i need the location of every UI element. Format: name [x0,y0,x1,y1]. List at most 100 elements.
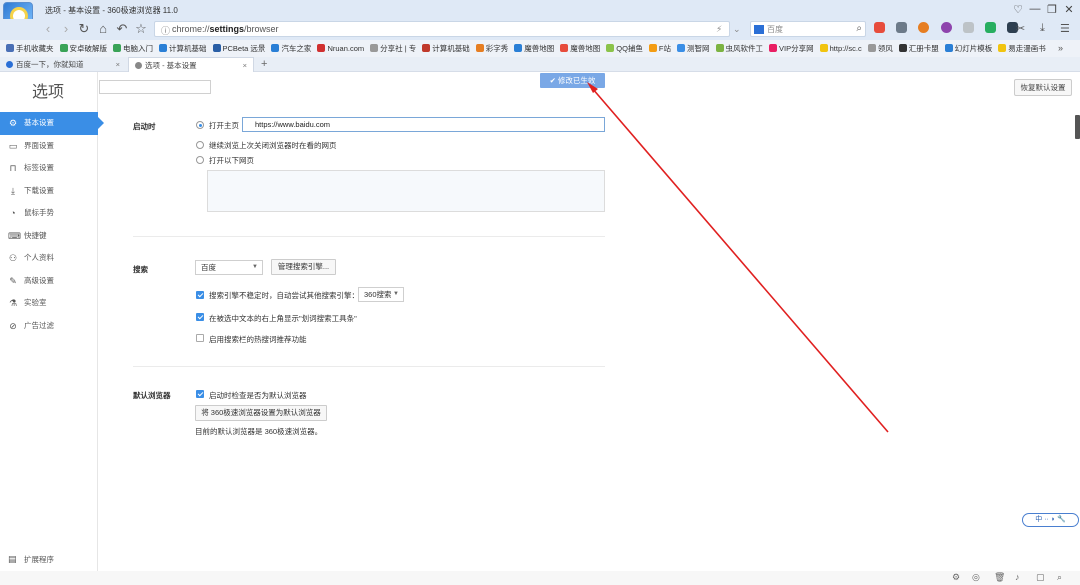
tab-baidu[interactable]: 百度一下，你就知道 × [0,57,126,72]
address-bar[interactable]: ⓘ chrome://settings/browser ⚡ ⌄ [154,21,741,37]
bookmark-item[interactable]: 计算机基础 [422,40,470,57]
bookmark-item[interactable]: http://sc.c [819,40,862,57]
bookmark-item[interactable]: 电脑入门 [113,40,153,57]
star-icon[interactable]: ☆ [133,22,149,36]
ime-toolbar[interactable]: 中 ·· ◗ 🔧 [1022,513,1079,527]
restore-defaults-button[interactable]: 恢复默认设置 [1014,79,1072,96]
capture-icon[interactable]: ◎ [972,572,980,583]
default-check-checkbox[interactable] [196,390,204,398]
bookmark-item[interactable]: F站 [648,40,671,57]
restore-window-button[interactable]: ❐ [1044,3,1060,16]
bookmark-item[interactable]: QQ捕鱼 [606,40,643,57]
search-icon[interactable]: ⌕ [856,23,862,34]
download-icon[interactable]: ⤓ [1040,22,1045,35]
sidebar-item-0[interactable]: ⚙ 基本设置 [0,112,104,135]
bookmark-label: 彩字秀 [485,44,509,53]
trash-icon[interactable]: 🗑 [994,572,1005,583]
page-title: 选项 [32,84,65,101]
bookmark-item[interactable]: 领风 [867,40,893,57]
bookmark-favicon-icon [422,44,431,52]
home-icon[interactable]: ⌂ [95,22,111,36]
tab-settings[interactable]: 选项 - 基本设置 × [128,57,254,72]
selection-toolbar-checkbox[interactable] [196,313,204,321]
user-icon[interactable] [940,22,952,33]
startup-pages-list[interactable] [207,170,605,212]
sidebar-item-4[interactable]: ◔ 鼠标手势 [0,202,98,225]
bookmark-item[interactable]: 计算机基础 [159,40,207,57]
store-icon[interactable] [896,22,908,33]
search-engine-select[interactable]: 百度 ▼ [195,260,263,275]
sidebar-item-3[interactable]: ⤓ 下载设置 [0,180,98,203]
bookmark-label: 汇册卡盟 [908,44,939,53]
bookmark-item[interactable]: 汇册卡盟 [898,40,939,57]
menu-icon[interactable]: ☰ [1060,22,1070,35]
skin-icon[interactable]: ♡ [1010,3,1026,16]
bookmark-item[interactable]: 彩字秀 [475,40,509,57]
hot-search-checkbox[interactable] [196,334,204,342]
sidebar-item-label: 下载设置 [24,185,54,195]
close-tab-icon[interactable]: × [116,57,120,72]
bookmark-item[interactable]: 虫风软件工 [715,40,763,57]
manage-search-engines-button[interactable]: 管理搜索引擎... [271,259,336,275]
new-tab-button[interactable]: + [261,57,267,72]
bookmark-item[interactable]: 易走漫画书 [998,40,1046,57]
sidebar-item-7[interactable]: ✎ 高级设置 [0,270,98,293]
selection-toolbar-label: 在被选中文本的右上角显示"划词搜索工具条" [209,314,357,323]
sidebar-item-2[interactable]: ⊓ 标签设置 [0,157,98,180]
homepage-url-input[interactable]: https://www.baidu.com [242,117,605,132]
title-bar: 选项 - 基本设置 - 360极速浏览器 11.0 ♡ — ❐ ✕ [0,0,1080,30]
bookmark-item[interactable]: 魔兽地图 [514,40,554,57]
fallback-engine-checkbox[interactable] [196,291,204,299]
bookmark-item[interactable]: 测智网 [677,40,710,57]
search-box[interactable]: 百度 ⌕ [750,21,866,37]
set-default-browser-button[interactable]: 将 360极速浏览器设置为默认浏览器 [195,405,327,421]
forward-icon[interactable]: › [58,22,74,36]
sidebar-item-extensions[interactable]: ▤ 扩展程序 [8,554,54,565]
sound-icon[interactable]: ♪ [1015,572,1020,582]
bookmark-item[interactable]: 手机收藏夹 [6,40,54,57]
bookmark-item[interactable]: 汽车之家 [271,40,311,57]
search-placeholder: 百度 [767,25,783,34]
bookmark-favicon-icon [475,44,484,52]
sidebar-item-label: 个人资料 [24,253,54,262]
cloud-icon[interactable] [962,22,974,33]
bookmark-label: 魔兽地图 [524,44,555,53]
sidebar-item-label: 鼠标手势 [24,208,54,217]
bookmark-item[interactable]: PCBeta 远景 [212,40,265,57]
sidebar-item-5[interactable]: ⌨ 快捷键 [0,225,98,248]
sidebar-item-8[interactable]: ⚗ 实验室 [0,292,98,315]
minimize-button[interactable]: — [1027,3,1043,15]
close-tab-icon[interactable]: × [243,58,247,73]
bookmark-item[interactable]: Nruan.com [317,40,364,57]
undo-close-icon[interactable]: ↶ [114,22,130,36]
bookmark-item[interactable]: 魔兽地图 [560,40,600,57]
sidebar-item-1[interactable]: ▭ 界面设置 [0,135,98,158]
startup-pages-radio[interactable] [196,156,204,164]
sidebar-item-9[interactable]: ⊘ 广告过滤 [0,315,98,338]
game-icon[interactable] [918,22,930,33]
bookmark-item[interactable]: 安卓破解版 [59,40,107,57]
address-dropdown-icon[interactable]: ⌄ [733,24,741,35]
baidu-engine-icon[interactable] [754,25,764,34]
bookmark-item[interactable]: 分享社 | 专 [370,40,416,57]
bookmark-item[interactable]: VIP分享网 [769,40,814,57]
apps-icon[interactable] [874,22,885,33]
zoom-icon[interactable]: ⌕ [1057,572,1062,583]
speed-icon[interactable] [985,22,997,33]
bookmark-item[interactable]: 幻灯片模板 [944,40,992,57]
fallback-engine-select[interactable]: 360搜索 ▼ [358,287,404,302]
settings-search-input[interactable] [99,80,211,94]
accelerate-icon[interactable]: ⚙ [952,572,960,583]
startup-homepage-radio[interactable] [196,121,204,129]
sidebar-item-label: 广告过滤 [24,320,54,330]
reload-icon[interactable]: ↻ [76,22,92,36]
speed-mode-icon[interactable]: ⚡ [716,24,722,35]
cut-icon[interactable]: ✂ [1016,22,1025,35]
close-window-button[interactable]: ✕ [1061,3,1077,16]
back-icon[interactable]: ‹ [40,22,56,36]
sidebar-item-6[interactable]: ⚇ 个人资料 [0,247,98,270]
startup-continue-radio[interactable] [196,141,204,149]
scrollbar-thumb[interactable] [1075,115,1080,139]
bookmarks-more-icon[interactable]: » [1058,43,1063,53]
window-icon[interactable]: ▢ [1036,572,1045,583]
